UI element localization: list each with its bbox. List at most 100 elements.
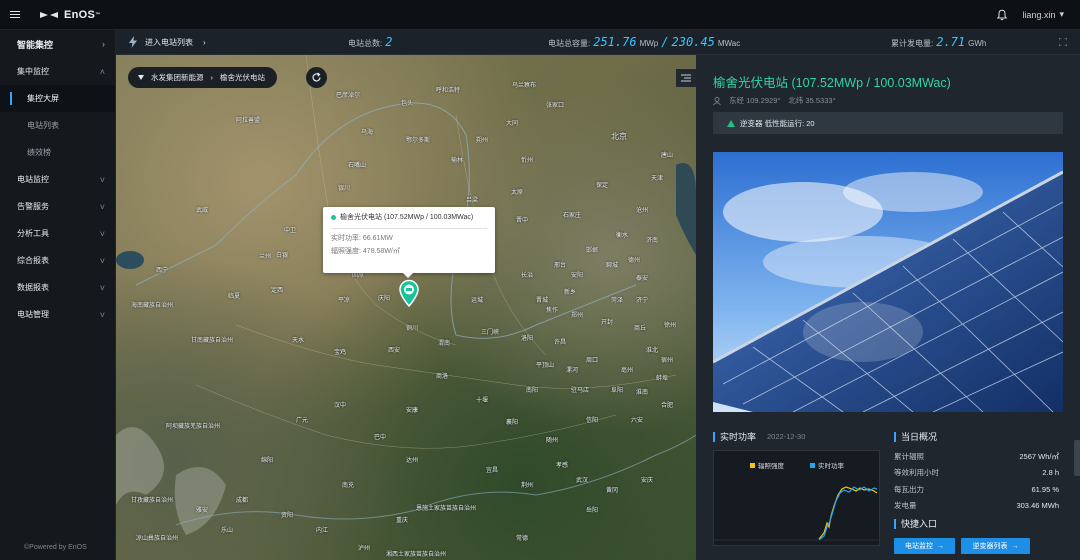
map-place-label: 邢台 [554, 263, 567, 269]
sidebar-item-station-monitor[interactable]: 电站监控 ˅ [0, 166, 115, 193]
arrow-right-icon: → [937, 542, 944, 550]
enter-station-list-label: 进入电站列表 [145, 37, 193, 47]
total-stations-stat: 电站总数: 2 [348, 35, 392, 49]
map-place-label: 漯河 [566, 368, 579, 374]
capacity-label: 电站总容量: [548, 39, 591, 48]
quick-entry-title: 快捷入口 [894, 517, 937, 530]
panel-collapse-handle[interactable] [1074, 440, 1080, 476]
sidebar-item-dashboard[interactable]: 集控大屏 [0, 85, 115, 112]
equivalent-hours-value: 2.8 h [1042, 468, 1059, 478]
popup-divider [331, 228, 487, 229]
popup-irradiance-row: 辐照强度: 478.58W/㎡ [331, 245, 487, 258]
top-bar: EnOS ™ liang.xin ▾ [0, 0, 1080, 30]
sidebar-item-combined-reports[interactable]: 综合报表 ˅ [0, 247, 115, 274]
map-place-label: 汉中 [334, 403, 347, 409]
map-place-label: 商丘 [634, 326, 647, 332]
station-popup[interactable]: 榆舍光伏电站 (107.52MWp / 100.03MWac) 实时功率: 66… [323, 207, 495, 278]
breadcrumb-root[interactable]: 水发集团新能源 [151, 72, 204, 83]
map-place-label: 武威 [196, 208, 209, 214]
enos-wings-icon [40, 11, 58, 18]
map-place-label: 张家口 [546, 103, 565, 109]
map-place-label: 聊城 [606, 263, 619, 269]
map-place-label: 宝鸡 [334, 350, 347, 356]
realtime-power-title: 实时功率 2022-12-30 [713, 430, 805, 443]
bell-icon[interactable] [996, 9, 1008, 21]
map-place-label: 吕梁 [466, 198, 479, 204]
map-place-label: 湘西土家族苗族自治州 [386, 552, 447, 558]
caret-down-icon[interactable] [138, 75, 144, 80]
station-monitor-button[interactable]: 电站监控 → [894, 538, 955, 554]
lightning-icon [129, 36, 137, 48]
total-stations-label: 电站总数: [348, 39, 383, 48]
map-place-label: 凉山彝族自治州 [136, 536, 179, 542]
map-place-label: 岳阳 [586, 508, 599, 514]
sidebar-item-alarm-service[interactable]: 告警服务 ˅ [0, 193, 115, 220]
enter-station-list-link[interactable]: 进入电站列表 › [145, 37, 206, 48]
sidebar-item-station-list[interactable]: 电站列表 [0, 112, 115, 139]
warning-triangle-icon [727, 119, 735, 127]
map-place-label: 南阳 [526, 388, 539, 394]
map-place-label: 孝感 [556, 463, 569, 469]
map-place-label: 德州 [628, 258, 641, 264]
map-place-label: 唐山 [661, 153, 674, 159]
refresh-button[interactable] [306, 67, 327, 88]
chevron-right-icon: › [203, 37, 206, 47]
total-capacity-stat: 电站总容量: 251.76 MWp / 230.45 MWac [548, 35, 740, 49]
map-place-label: 阿坝藏族羌族自治州 [166, 424, 221, 430]
sidebar-item-analysis-tools[interactable]: 分析工具 ˅ [0, 220, 115, 247]
map-place-label: 泰安 [636, 276, 649, 282]
cumulative-generation-stat: 累计发电量: 2.71 GWh [891, 35, 986, 49]
map-place-label: 朔州 [476, 138, 489, 144]
realtime-power-plot [714, 486, 879, 541]
output-per-watt-label: 每瓦出力 [894, 484, 924, 494]
map-place-label: 广元 [296, 418, 309, 424]
map-place-label: 常德 [516, 536, 529, 542]
sidebar-item-performance[interactable]: 绩效榜 [0, 139, 115, 166]
map-place-label: 包头 [401, 101, 414, 107]
sidebar-item-central-monitor[interactable]: 集中监控 ˄ [0, 58, 115, 85]
map-place-label: 呼和浩特 [436, 88, 461, 94]
map-place-label: 雅安 [196, 508, 209, 514]
chevron-down-icon: ˅ [99, 309, 105, 320]
output-per-watt-value: 61.95 % [1031, 484, 1059, 494]
enos-logo[interactable]: EnOS ™ [40, 9, 100, 21]
user-name: liang.xin [1022, 9, 1056, 20]
satellite-map[interactable]: 巴彦淖尔 包头 呼和浩特 乌兰察布 张家口 北京 天津 唐山 鄂尔多斯 乌海 阿拉善盟 大同 朔州 忻州石… [116, 55, 696, 560]
status-dot [331, 214, 336, 220]
map-place-label: 资阳 [281, 513, 294, 519]
map-list-toggle[interactable] [676, 69, 696, 87]
refresh-icon [312, 72, 321, 82]
map-place-label: 巴中 [374, 435, 387, 441]
user-menu[interactable]: liang.xin ▾ [1022, 9, 1064, 20]
sidebar-item-smart-control[interactable]: 智能集控 › [0, 30, 115, 58]
fullscreen-icon[interactable] [1058, 37, 1068, 47]
map-place-label: 六安 [631, 418, 644, 424]
station-title: 榆舍光伏电站 (107.52MWp / 100.03MWac) [713, 76, 951, 90]
map-place-label: 长治 [521, 273, 534, 279]
map-place-label: 安康 [406, 408, 419, 414]
inverter-alert[interactable]: 逆变器 低性能运行: 20 [713, 112, 1063, 134]
map-place-label: 平顶山 [536, 363, 555, 369]
map-place-label: 达州 [406, 458, 419, 464]
map-place-label: 中卫 [284, 228, 297, 234]
chevron-right-icon: › [102, 39, 105, 49]
map-place-label: 内江 [316, 528, 329, 534]
total-stations-value: 2 [385, 35, 393, 49]
sidebar-item-station-management[interactable]: 电站管理 ˅ [0, 301, 115, 328]
today-overview-list: 累计辐照 2567 Wh/㎡ 等效利用小时 2.8 h 每瓦出力 61.95 %… [894, 448, 1059, 514]
map-place-label: 重庆 [396, 518, 409, 524]
breadcrumb-separator: › [210, 73, 214, 82]
popup-station-name: 榆舍光伏电站 (107.52MWp / 100.03MWac) [340, 214, 474, 221]
inverter-list-button[interactable]: 逆变器列表 → [961, 538, 1030, 554]
sidebar-item-label: 智能集控 [17, 39, 54, 50]
map-place-label: 乐山 [221, 528, 234, 534]
sidebar-item-label: 数据报表 [17, 283, 49, 292]
map-place-label: 忻州 [521, 158, 534, 164]
realtime-power-chart[interactable]: 辐照强度 实时功率 [713, 450, 880, 546]
sidebar-item-data-reports[interactable]: 数据报表 ˅ [0, 274, 115, 301]
menu-icon[interactable] [0, 0, 30, 30]
map-place-label: 铜川 [406, 326, 419, 332]
generation-label: 发电量 [894, 501, 917, 511]
station-pin-icon[interactable] [398, 279, 420, 307]
map-place-label: 新乡 [564, 290, 577, 296]
